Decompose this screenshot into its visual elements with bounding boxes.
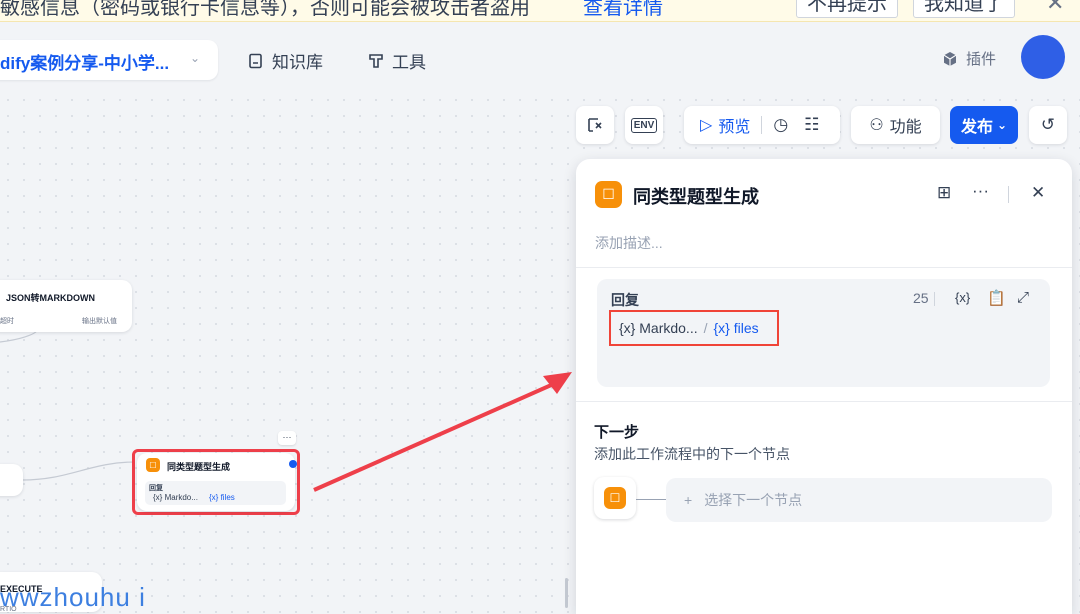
reply-toolbar-divider [934,292,935,306]
select-next-node-label: 选择下一个节点 [704,492,803,508]
panel-title[interactable]: 同类型题型生成 [633,183,759,209]
watermark: wwzhouhu i [0,582,146,612]
nav-knowledge-label: 知识库 [272,53,323,72]
answer-node-icon: ☐ [595,181,622,208]
json-markdown-node[interactable]: JSON转MARKDOWN 超时 输出默认值 [0,280,132,332]
preview-group: ▷ 预览 ◷ ☷ [684,106,840,144]
app-name: dify案例分享-中小学... [0,54,170,73]
play-icon: ▷ [700,117,713,134]
got-it-button[interactable]: 我知道了 [913,0,1015,18]
run-history-icon[interactable]: ◷ [773,115,788,135]
dont-remind-button[interactable]: 不再提示 [796,0,898,18]
top-nav: dify案例分享-中小学... ⌄ 知识库 工具 插件 [0,22,1080,92]
next-step-connector [636,499,666,500]
expand-icon[interactable]: ⤢ [1017,289,1029,306]
answer-node[interactable]: ☐ 同类型题型生成 回复 {x} Markdo... {x} files [137,453,295,511]
reply-char-count: 25 [913,290,929,306]
panel-divider [576,267,1072,268]
clear-variables-button[interactable] [576,106,614,144]
features-label: 功能 [889,119,922,136]
edge-line [21,461,136,481]
reply-label: 回复 [611,292,639,308]
variable-separator: / [703,320,708,336]
next-step-title: 下一步 [594,424,640,441]
node-more-button[interactable]: ··· [278,431,296,445]
node-config-panel: ☐ 同类型题型生成 ⊞ ··· ✕ 添加描述... 回复 25 {x} 📋 ⤢ … [576,159,1072,614]
variable-clear-icon [588,118,602,132]
current-node-icon: ☐ [594,477,636,519]
hammer-icon [369,53,383,68]
reply-editor[interactable]: 回复 25 {x} 📋 ⤢ {x} Markdo... / {x} files [597,279,1050,387]
cube-icon [943,51,957,66]
preview-button[interactable]: 预览 [718,113,750,137]
chevron-down-icon: ⌄ [190,51,201,65]
version-history-button[interactable]: ↺ [1029,106,1067,144]
nav-plugins-label: 插件 [966,51,997,68]
next-step-desc: 添加此工作流程中的下一个节点 [594,446,790,462]
red-arrow-head [543,372,572,394]
variable-tag-markdown[interactable]: {x} Markdo... [619,320,698,336]
nav-knowledge[interactable]: 知识库 [248,48,323,73]
banner-details-link[interactable]: 查看详情 [583,0,663,20]
answer-node-reply: 回复 {x} Markdo... {x} files [145,481,286,505]
canvas-scrollbar[interactable] [565,578,568,608]
avatar[interactable] [1021,35,1065,79]
banner-text: 敏感信息（密码或银行卡信息等），否则可能会被攻击者盗用 [0,0,530,19]
panel-header-divider [1008,186,1009,203]
select-next-node[interactable]: + 选择下一个节点 [666,478,1052,522]
history-icon: ↺ [1040,115,1056,134]
json-node-title: JSON转MARKDOWN [6,293,95,303]
features-icon: ⚇ [869,117,884,134]
close-icon[interactable]: ✕ [1046,0,1064,16]
variable-tag-files[interactable]: {x} files [714,320,759,336]
nav-plugins[interactable]: 插件 [942,48,996,69]
publish-label: 发布 [960,119,993,136]
clipboard-icon[interactable]: 📋 [987,289,1006,307]
answer-node-title: 同类型题型生成 [167,462,231,472]
reply-variables-highlight: {x} Markdo... / {x} files [609,310,779,346]
answer-node-var-b: {x} files [209,493,235,502]
answer-node-icon: ☐ [146,458,160,472]
canvas-edges [0,321,572,492]
chevron-down-icon: ⌄ [996,118,1008,132]
json-node-timeout: 超时 [0,318,14,325]
insert-variable-icon[interactable]: {x} [955,290,970,305]
book-open-icon[interactable]: ⊞ [937,183,951,203]
checklist-icon[interactable]: ☷ [804,115,819,135]
left-node-partial[interactable] [0,464,23,496]
env-label: ENV [630,117,658,133]
publish-button[interactable]: 发布 ⌄ [950,106,1018,144]
features-button[interactable]: ⚇ 功能 [851,106,940,144]
node-handle[interactable] [289,460,297,468]
book-icon [249,53,262,68]
more-icon[interactable]: ··· [972,181,989,201]
app-selector[interactable]: dify案例分享-中小学... ⌄ [0,40,218,80]
answer-node-icon: ☐ [604,487,626,509]
json-node-default-output: 输出默认值 [82,318,117,325]
warning-banner: 敏感信息（密码或银行卡信息等），否则可能会被攻击者盗用 查看详情 不再提示 我知… [0,0,1080,22]
answer-node-reply-label: 回复 [149,485,163,492]
toolbar-divider [761,116,763,134]
red-arrow-line [313,380,559,492]
plus-icon: + [684,492,693,508]
nav-tools[interactable]: 工具 [368,48,426,73]
answer-node-var-a: {x} Markdo... [153,493,198,502]
env-button[interactable]: ENV [625,106,663,144]
description-input[interactable]: 添加描述... [595,233,663,253]
close-icon[interactable]: ✕ [1031,183,1045,203]
panel-divider [576,401,1072,402]
nav-tools-label: 工具 [392,53,426,72]
